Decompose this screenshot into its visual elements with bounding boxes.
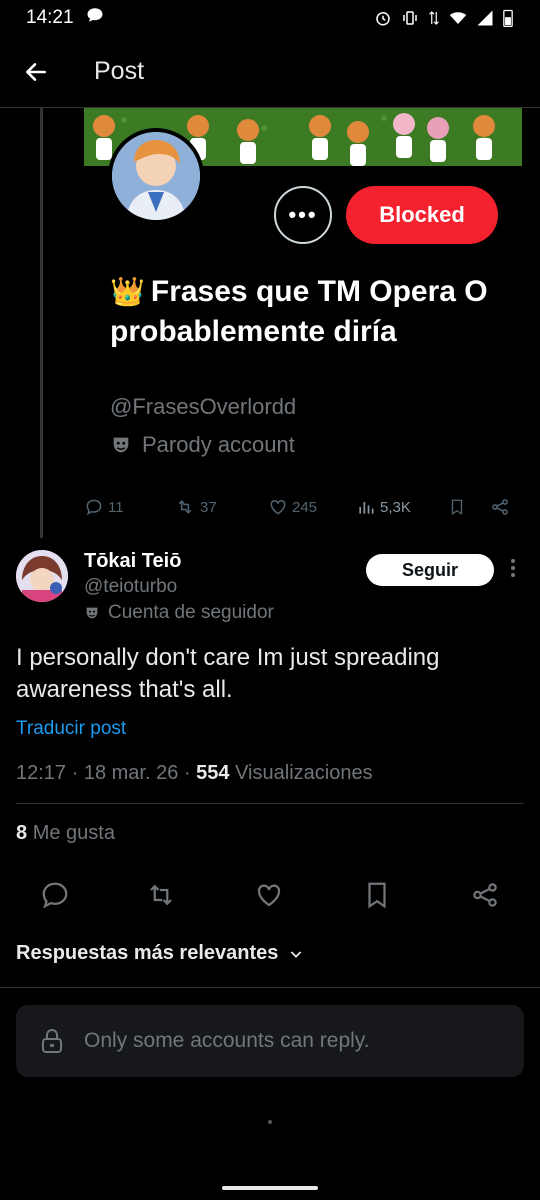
page-title: Post <box>94 57 145 85</box>
bookmark-icon[interactable] <box>362 880 392 910</box>
reply-count-text: 11 <box>108 498 124 516</box>
likes-label: Me gusta <box>32 822 115 844</box>
divider <box>16 803 524 804</box>
replies-sort-dropdown[interactable]: Respuestas más relevantes <box>16 942 304 965</box>
post-text: I personally don't care Im just spreadin… <box>16 644 440 703</box>
profile-name-text: Frases que TM Opera O probablemente dirí… <box>110 275 488 348</box>
replies-sort-label: Respuestas más relevantes <box>16 942 279 964</box>
back-button[interactable] <box>0 36 72 108</box>
vibrate-icon <box>400 9 420 27</box>
post-actions <box>0 876 540 912</box>
arrow-left-icon <box>26 62 46 81</box>
more-vertical-icon <box>511 559 515 577</box>
reply-restriction-text: Only some accounts can reply. <box>84 1029 370 1052</box>
blocked-button[interactable]: Blocked <box>346 186 498 244</box>
heart-icon <box>270 499 286 515</box>
signal-icon <box>476 9 494 27</box>
profile-display-name: 👑 Frases que TM Opera O probablemente dir… <box>110 272 490 352</box>
chevron-down-icon <box>291 950 302 958</box>
repost-count-text: 37 <box>200 498 217 516</box>
reply-restriction-box: Only some accounts can reply. <box>16 1005 524 1077</box>
status-time: 14:21 <box>26 7 74 28</box>
views-chart-icon <box>359 502 374 514</box>
home-indicator[interactable] <box>222 1186 318 1190</box>
share-icon <box>492 499 508 515</box>
profile-avatar[interactable] <box>108 128 204 224</box>
post-time: 12:17 <box>16 762 67 784</box>
more-options-button[interactable]: ••• <box>274 186 332 244</box>
follower-account-text: Cuenta de seguidor <box>108 602 274 623</box>
theater-mask-icon <box>113 437 129 453</box>
reply-author: Tōkai Teiō @teioturbo Cuenta de seguidor… <box>0 544 540 630</box>
reply-author-handle: @teioturbo <box>84 576 178 597</box>
thread-line <box>40 108 43 538</box>
post-date: 18 mar. 26 <box>83 762 179 784</box>
reply-author-name[interactable]: Tōkai Teiō <box>84 550 181 573</box>
reply-count[interactable]: 11 <box>84 497 124 517</box>
data-arrows-icon <box>428 9 440 27</box>
repost-icon <box>178 500 192 514</box>
crown-icon: 👑 <box>110 276 145 307</box>
quoted-actions: 11 37 245 5,3K <box>84 492 524 522</box>
theater-mask-icon <box>86 607 98 619</box>
divider <box>0 987 540 988</box>
follower-account-label: Cuenta de seguidor <box>84 602 274 624</box>
comment-icon <box>86 499 102 516</box>
repost-icon[interactable] <box>146 880 176 910</box>
message-bubble-icon <box>86 6 104 30</box>
alarm-icon <box>374 9 392 27</box>
profile-handle: @FrasesOverlordd <box>110 394 297 419</box>
like-count-text: 245 <box>292 498 318 516</box>
share-small-button[interactable] <box>490 497 510 517</box>
heart-icon[interactable] <box>254 880 284 910</box>
post-meta: 12:17 · 18 mar. 26 · 554 Visualizaciones <box>16 762 373 784</box>
likes-summary[interactable]: 8 Me gusta <box>16 822 115 845</box>
share-icon[interactable] <box>470 880 500 910</box>
parody-account-label: Parody account <box>110 432 295 458</box>
like-count[interactable]: 245 <box>268 497 317 517</box>
likes-count: 8 <box>16 822 28 844</box>
view-count[interactable]: 5,3K <box>356 497 411 517</box>
top-bar: Post <box>0 36 540 108</box>
reply-avatar[interactable] <box>16 550 68 602</box>
page-indicator <box>268 1120 272 1124</box>
post-menu-button[interactable] <box>506 558 520 582</box>
bookmark-small-button[interactable] <box>448 497 466 517</box>
more-dots-icon: ••• <box>288 202 318 227</box>
lock-icon <box>42 1029 62 1053</box>
comment-icon[interactable] <box>40 880 70 910</box>
quoted-profile-card[interactable]: ••• Blocked 👑 Frases que TM Opera O proba… <box>84 108 540 528</box>
repost-count[interactable]: 37 <box>174 497 217 517</box>
follow-button[interactable]: Seguir <box>366 554 494 586</box>
views-label: Visualizaciones <box>235 762 373 784</box>
views-count: 554 <box>196 762 230 784</box>
battery-icon <box>502 8 514 28</box>
status-bar: 14:21 <box>0 0 540 36</box>
translate-post-link[interactable]: Traducir post <box>16 718 126 740</box>
wifi-icon <box>448 9 468 27</box>
view-count-text: 5,3K <box>380 498 411 516</box>
bookmark-icon <box>451 499 463 516</box>
parody-text: Parody account <box>142 432 295 457</box>
